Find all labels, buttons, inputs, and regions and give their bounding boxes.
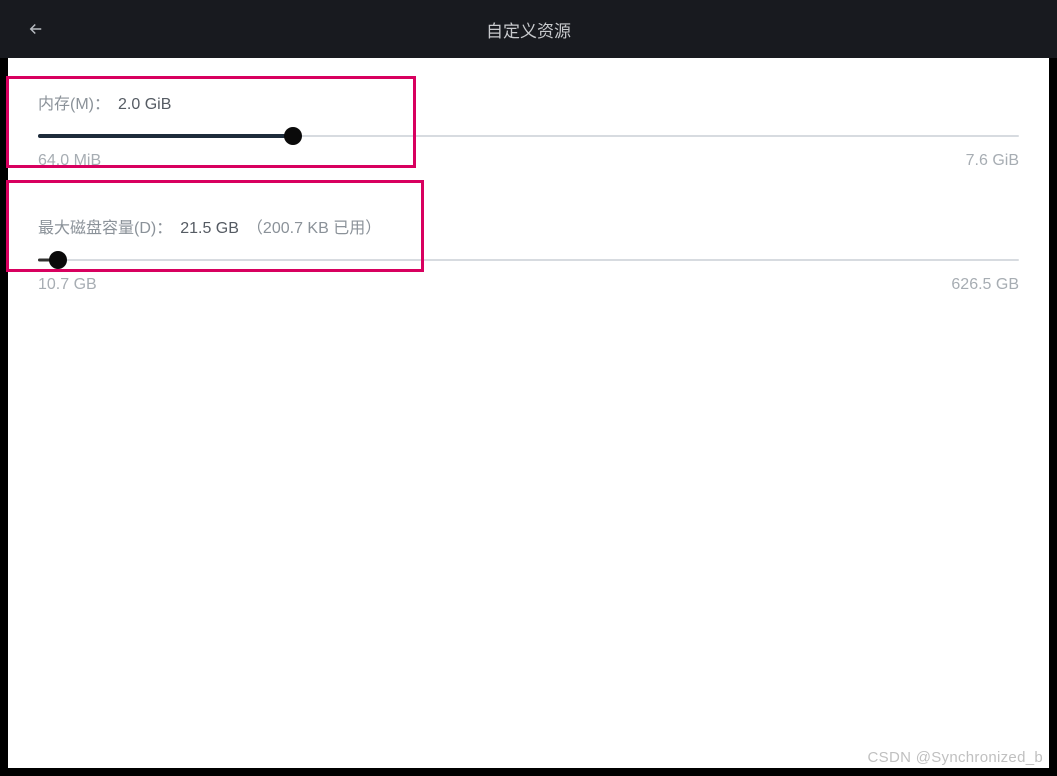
arrow-left-icon — [27, 20, 45, 38]
disk-max: 626.5 GB — [951, 276, 1019, 294]
disk-setting: 最大磁盘容量(D)： 21.5 GB （200.7 KB 已用） 10.7 GB… — [32, 200, 1025, 310]
disk-slider[interactable] — [38, 250, 1019, 270]
memory-track-fill — [38, 134, 293, 138]
header-bar: 自定义资源 — [0, 0, 1057, 58]
disk-value: 21.5 GB — [180, 220, 239, 238]
memory-max: 7.6 GiB — [966, 152, 1019, 170]
memory-label-row: 内存(M)： 2.0 GiB — [38, 90, 1019, 114]
disk-used-suffix: （200.7 KB 已用） — [247, 214, 381, 238]
back-button[interactable] — [24, 17, 48, 41]
disk-label: 最大磁盘容量(D)： — [38, 214, 172, 238]
memory-value: 2.0 GiB — [118, 96, 171, 114]
memory-thumb[interactable] — [284, 127, 302, 145]
disk-range: 10.7 GB 626.5 GB — [38, 276, 1019, 294]
disk-label-row: 最大磁盘容量(D)： 21.5 GB （200.7 KB 已用） — [38, 214, 1019, 238]
disk-min: 10.7 GB — [38, 276, 97, 294]
memory-range: 64.0 MiB 7.6 GiB — [38, 152, 1019, 170]
memory-slider[interactable] — [38, 126, 1019, 146]
content-panel: 内存(M)： 2.0 GiB 64.0 MiB 7.6 GiB 最大磁盘容量(D… — [0, 58, 1057, 776]
memory-min: 64.0 MiB — [38, 152, 101, 170]
page-title: 自定义资源 — [486, 17, 571, 42]
memory-setting: 内存(M)： 2.0 GiB 64.0 MiB 7.6 GiB — [32, 76, 1025, 186]
disk-track — [38, 259, 1019, 261]
disk-thumb[interactable] — [49, 251, 67, 269]
memory-label: 内存(M)： — [38, 90, 110, 114]
